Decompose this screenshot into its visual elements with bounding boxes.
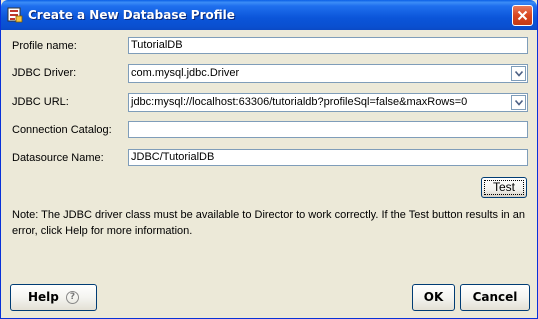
- chevron-down-icon: [515, 71, 523, 77]
- jdbc-url-value: jdbc:mysql://localhost:63306/tutorialdb?…: [131, 96, 468, 108]
- jdbc-driver-value: com.mysql.jdbc.Driver: [131, 67, 240, 79]
- help-circle-icon: ?: [66, 291, 80, 304]
- driver-note: Note: The JDBC driver class must be avai…: [12, 209, 525, 237]
- jdbc-driver-label: JDBC Driver:: [12, 67, 77, 79]
- jdbc-url-select[interactable]: jdbc:mysql://localhost:63306/tutorialdb?…: [128, 93, 528, 112]
- jdbc-driver-dropdown-button[interactable]: [511, 66, 526, 81]
- close-button[interactable]: [512, 5, 533, 26]
- jdbc-url-dropdown-button[interactable]: [511, 95, 526, 110]
- profile-name-label: Profile name:: [12, 40, 77, 52]
- ok-button[interactable]: OK: [412, 284, 455, 311]
- database-icon: [7, 7, 23, 23]
- test-button[interactable]: Test: [481, 177, 527, 198]
- window-title: Create a New Database Profile: [28, 8, 235, 22]
- datasource-name-label: Datasource Name:: [12, 152, 104, 164]
- jdbc-driver-select[interactable]: com.mysql.jdbc.Driver: [128, 64, 528, 83]
- connection-catalog-label: Connection Catalog:: [12, 124, 112, 136]
- focus-ring: [484, 180, 524, 195]
- help-button[interactable]: Help ?: [10, 284, 97, 311]
- connection-catalog-input[interactable]: [128, 121, 528, 138]
- datasource-name-input[interactable]: JDBC/TutorialDB: [128, 149, 528, 166]
- title-bar[interactable]: Create a New Database Profile: [1, 0, 537, 30]
- close-icon: [517, 10, 528, 21]
- cancel-button[interactable]: Cancel: [460, 284, 530, 311]
- chevron-down-icon: [515, 100, 523, 106]
- dialog-window: Create a New Database Profile Profile na…: [0, 0, 538, 319]
- help-button-label: Help: [27, 290, 59, 304]
- profile-name-input[interactable]: TutorialDB: [128, 37, 528, 54]
- jdbc-url-label: JDBC URL:: [12, 96, 69, 108]
